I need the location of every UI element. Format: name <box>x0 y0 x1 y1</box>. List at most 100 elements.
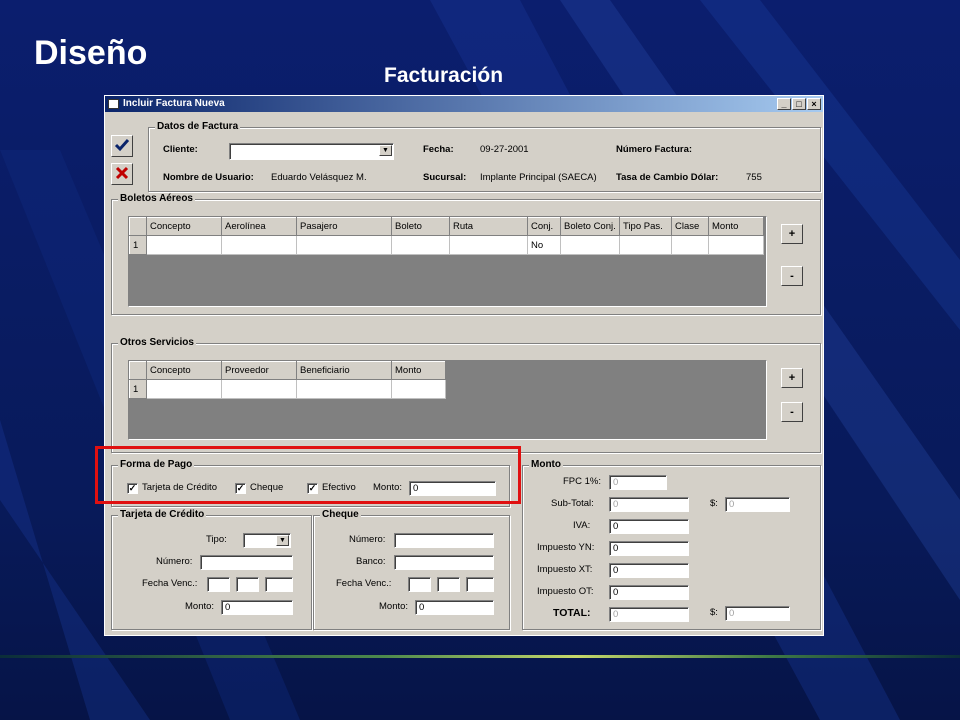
col-concepto[interactable]: Concepto <box>146 361 222 380</box>
tarjeta-numero-input[interactable] <box>200 555 293 570</box>
table-row[interactable]: 1 No <box>129 235 764 255</box>
cheque-fecha-dia[interactable] <box>408 577 431 592</box>
table-cell[interactable] <box>296 235 392 255</box>
numero-factura-label: Número Factura: <box>616 144 693 155</box>
col-aerolinea[interactable]: Aerolínea <box>221 217 297 236</box>
cancel-button[interactable] <box>111 163 133 185</box>
table-cell[interactable]: No <box>527 235 561 255</box>
row-header-corner <box>129 361 147 380</box>
banco-input[interactable] <box>394 555 494 570</box>
monto-group: Monto FPC 1%: 0 Sub-Total: 0 $: 0 IVA: 0… <box>522 459 821 630</box>
col-conj[interactable]: Conj. <box>527 217 561 236</box>
col-clase[interactable]: Clase <box>671 217 709 236</box>
fecha-label: Fecha: <box>423 144 454 155</box>
table-cell[interactable] <box>146 379 222 399</box>
sucursal-label: Sucursal: <box>423 172 467 183</box>
cheque-group: Cheque Número: Banco: Fecha Venc.: Monto… <box>313 509 510 630</box>
row-number: 1 <box>129 235 147 255</box>
table-cell[interactable] <box>449 235 528 255</box>
table-cell[interactable] <box>391 235 450 255</box>
boletos-legend: Boletos Aéreos <box>118 193 195 204</box>
window-titlebar[interactable]: Incluir Factura Nueva _ □ × <box>105 96 823 112</box>
boletos-grid[interactable]: Concepto Aerolínea Pasajero Boleto Ruta … <box>128 216 767 307</box>
table-cell[interactable] <box>708 235 764 255</box>
remove-servicio-button[interactable]: - <box>781 402 803 422</box>
cheque-numero-label: Número: <box>349 534 386 545</box>
col-monto[interactable]: Monto <box>391 361 446 380</box>
chevron-down-icon[interactable]: ▼ <box>276 535 289 546</box>
total-usd-input[interactable]: 0 <box>725 606 790 621</box>
impuesto-ot-label: Impuesto OT: <box>537 586 594 597</box>
cheque-monto-input[interactable]: 0 <box>415 600 494 615</box>
datos-factura-legend: Datos de Factura <box>155 121 241 132</box>
tarjeta-fecha-anio[interactable] <box>265 577 293 592</box>
row-number: 1 <box>129 379 147 399</box>
maximize-button[interactable]: □ <box>792 98 806 110</box>
cheque-fecha-label: Fecha Venc.: <box>336 578 392 589</box>
table-cell[interactable] <box>560 235 620 255</box>
col-ruta[interactable]: Ruta <box>449 217 528 236</box>
remove-boleto-button[interactable]: - <box>781 266 803 286</box>
table-cell[interactable] <box>221 235 297 255</box>
tarjeta-legend: Tarjeta de Crédito <box>118 509 207 520</box>
tipo-combo[interactable]: ▼ <box>243 533 291 548</box>
col-beneficiario[interactable]: Beneficiario <box>296 361 392 380</box>
otros-grid[interactable]: Concepto Proveedor Beneficiario Monto 1 <box>128 360 767 440</box>
chevron-down-icon[interactable]: ▼ <box>379 145 392 156</box>
col-proveedor[interactable]: Proveedor <box>221 361 297 380</box>
table-cell[interactable] <box>221 379 297 399</box>
subtotal-usd-input[interactable]: 0 <box>725 497 790 512</box>
impuesto-xt-label: Impuesto XT: <box>537 564 593 575</box>
total-label: TOTAL: <box>553 607 591 619</box>
cheque-fecha-anio[interactable] <box>466 577 494 592</box>
col-pasajero[interactable]: Pasajero <box>296 217 392 236</box>
tasa-value: 755 <box>746 172 762 183</box>
col-boleto[interactable]: Boleto <box>391 217 450 236</box>
tarjeta-fecha-label: Fecha Venc.: <box>142 578 198 589</box>
datos-factura-group: Datos de Factura Cliente: ▼ Fecha: 09-27… <box>148 121 821 192</box>
table-row[interactable]: 1 <box>129 379 446 399</box>
table-cell[interactable] <box>296 379 392 399</box>
table-cell[interactable] <box>671 235 709 255</box>
tipo-label: Tipo: <box>206 534 227 545</box>
subtotal-input[interactable]: 0 <box>609 497 689 512</box>
impuesto-ot-input[interactable]: 0 <box>609 585 689 600</box>
usuario-label: Nombre de Usuario: <box>163 172 254 183</box>
table-cell[interactable] <box>146 235 222 255</box>
cheque-numero-input[interactable] <box>394 533 494 548</box>
fecha-value: 09-27-2001 <box>480 144 529 155</box>
invoice-window: Incluir Factura Nueva _ □ × Datos de Fac… <box>104 95 824 636</box>
fpc-label: FPC 1%: <box>563 476 602 487</box>
cheque-fecha-mes[interactable] <box>437 577 460 592</box>
impuesto-xt-input[interactable]: 0 <box>609 563 689 578</box>
total-input[interactable]: 0 <box>609 607 689 622</box>
tasa-label: Tasa de Cambio Dólar: <box>616 172 719 183</box>
subtotal-label: Sub-Total: <box>551 498 594 509</box>
add-boleto-button[interactable]: + <box>781 224 803 244</box>
minimize-button[interactable]: _ <box>777 98 791 110</box>
tarjeta-fecha-dia[interactable] <box>207 577 230 592</box>
col-concepto[interactable]: Concepto <box>146 217 222 236</box>
cheque-monto-label: Monto: <box>379 601 409 612</box>
col-monto[interactable]: Monto <box>708 217 764 236</box>
col-tipo-pas[interactable]: Tipo Pas. <box>619 217 672 236</box>
iva-input[interactable]: 0 <box>609 519 689 534</box>
impuesto-yn-input[interactable]: 0 <box>609 541 689 556</box>
tarjeta-monto-input[interactable]: 0 <box>221 600 293 615</box>
forma-pago-highlight-box <box>95 446 521 504</box>
table-cell[interactable] <box>391 379 446 399</box>
total-usd-label: $: <box>710 607 718 618</box>
cliente-combo[interactable]: ▼ <box>229 143 394 160</box>
fpc-input[interactable]: 0 <box>609 475 667 490</box>
tarjeta-fecha-mes[interactable] <box>236 577 259 592</box>
usuario-value: Eduardo Velásquez M. <box>271 172 367 183</box>
accept-button[interactable] <box>111 135 133 157</box>
otros-group: Otros Servicios Concepto Proveedor Benef… <box>111 337 821 453</box>
col-boleto-conj[interactable]: Boleto Conj. <box>560 217 620 236</box>
app-icon <box>108 99 119 109</box>
add-servicio-button[interactable]: + <box>781 368 803 388</box>
table-cell[interactable] <box>619 235 672 255</box>
checkmark-icon <box>114 139 130 152</box>
slide-title: Diseño <box>34 34 148 72</box>
close-button[interactable]: × <box>807 98 821 110</box>
